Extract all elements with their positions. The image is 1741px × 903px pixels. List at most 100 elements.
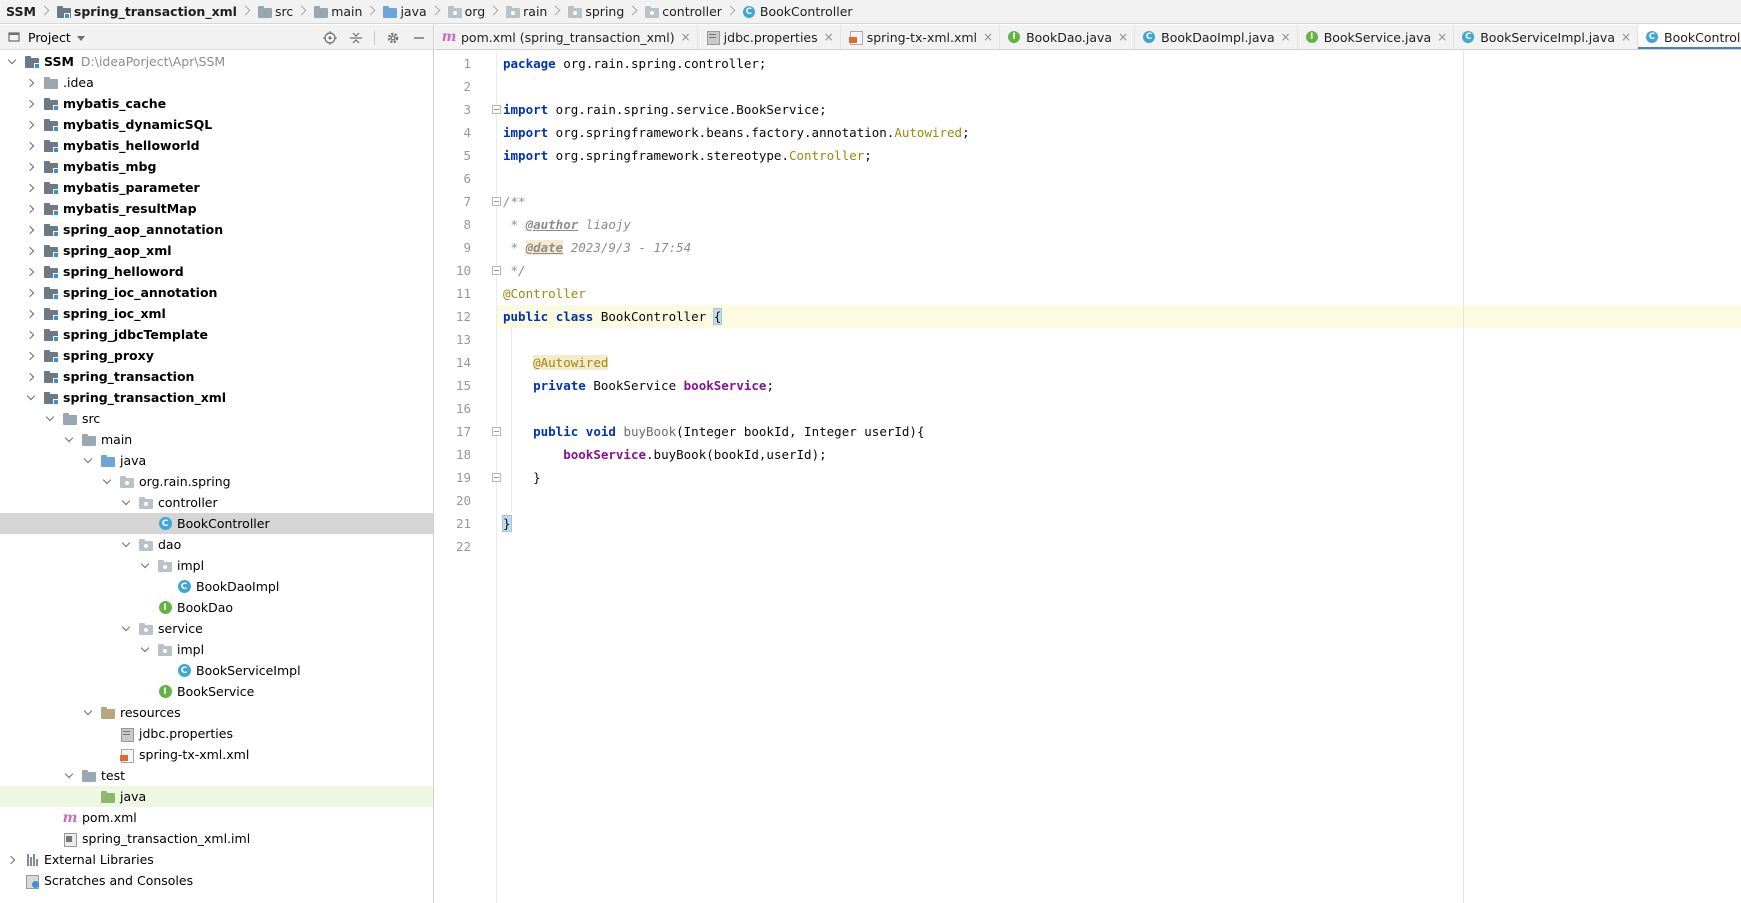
close-icon[interactable]: × — [1281, 30, 1291, 44]
chevron-right-icon[interactable] — [25, 308, 37, 320]
tree-item[interactable]: C BookController — [0, 513, 433, 534]
chevron-right-icon[interactable] — [25, 140, 37, 152]
tree-item[interactable]: test — [0, 765, 433, 786]
tree-item[interactable]: jdbc.properties — [0, 723, 433, 744]
fold-marker-icon[interactable] — [492, 197, 501, 206]
editor-tab[interactable]: C BookDaoImpl.java × — [1135, 25, 1298, 49]
tree-item[interactable]: controller — [0, 492, 433, 513]
editor-tab[interactable]: C BookServiceImpl.java × — [1454, 25, 1639, 49]
chevron-right-icon[interactable] — [25, 224, 37, 236]
tree-item[interactable]: spring_ioc_xml — [0, 303, 433, 324]
tree-item[interactable]: External Libraries — [0, 849, 433, 870]
breadcrumb-item[interactable]: spring_transaction_xml — [56, 0, 237, 23]
tree-item[interactable]: Scratches and Consoles — [0, 870, 433, 891]
tree-item[interactable]: java — [0, 786, 433, 807]
tree-item[interactable]: mybatis_cache — [0, 93, 433, 114]
chevron-right-icon[interactable] — [25, 98, 37, 110]
fold-marker-icon[interactable] — [492, 105, 501, 114]
tree-item[interactable]: java — [0, 450, 433, 471]
breadcrumb-item[interactable]: src — [257, 0, 293, 23]
chevron-right-icon[interactable] — [25, 161, 37, 173]
chevron-right-icon[interactable] — [25, 287, 37, 299]
tree-item[interactable]: org.rain.spring — [0, 471, 433, 492]
gear-icon[interactable] — [385, 30, 401, 46]
chevron-right-icon[interactable] — [25, 371, 37, 383]
tree-item[interactable]: spring_helloword — [0, 261, 433, 282]
breadcrumb-item[interactable]: main — [313, 0, 362, 23]
chevron-down-icon[interactable] — [82, 455, 94, 467]
editor-tab[interactable]: I BookDao.java × — [1000, 25, 1136, 49]
chevron-down-icon[interactable] — [82, 707, 94, 719]
editor-tab[interactable]: jdbc.properties × — [698, 25, 841, 49]
chevron-down-icon[interactable] — [25, 392, 37, 404]
breadcrumb-item[interactable]: java — [382, 0, 427, 23]
close-icon[interactable]: × — [824, 30, 834, 44]
tree-item[interactable]: m pom.xml — [0, 807, 433, 828]
chevron-down-icon[interactable] — [120, 623, 132, 635]
tree-item[interactable]: SSM D:\ideaPorject\Apr\SSM — [0, 51, 433, 72]
tree-item[interactable]: spring_transaction — [0, 366, 433, 387]
tree-item[interactable]: mybatis_resultMap — [0, 198, 433, 219]
close-icon[interactable]: × — [983, 30, 993, 44]
tree-item[interactable]: resources — [0, 702, 433, 723]
chevron-down-icon[interactable] — [139, 560, 151, 572]
close-icon[interactable]: × — [1621, 30, 1631, 44]
chevron-right-icon[interactable] — [25, 203, 37, 215]
project-panel-title[interactable]: Project — [28, 30, 71, 45]
tree-item[interactable]: service — [0, 618, 433, 639]
tree-item[interactable]: mybatis_parameter — [0, 177, 433, 198]
close-icon[interactable]: × — [1118, 30, 1128, 44]
tree-item[interactable]: mybatis_mbg — [0, 156, 433, 177]
editor-tab[interactable]: m pom.xml (spring_transaction_xml) × — [435, 25, 698, 49]
tree-item[interactable]: spring_aop_annotation — [0, 219, 433, 240]
tree-item[interactable]: spring_aop_xml — [0, 240, 433, 261]
chevron-right-icon[interactable] — [25, 350, 37, 362]
fold-marker-icon[interactable] — [492, 266, 501, 275]
chevron-right-icon[interactable] — [25, 266, 37, 278]
tree-item[interactable]: I BookDao — [0, 597, 433, 618]
editor-tab[interactable]: I BookService.java × — [1298, 25, 1455, 49]
chevron-down-icon[interactable] — [6, 56, 18, 68]
tree-item[interactable]: C BookDaoImpl — [0, 576, 433, 597]
tree-item[interactable]: spring_proxy — [0, 345, 433, 366]
tree-item[interactable]: spring_transaction_xml.iml — [0, 828, 433, 849]
code-area[interactable]: 1 2 3 4 5 6 7 8 9 10 11 12 13 14 15 16 17 18 19 20 21 22 pack… — [435, 51, 1741, 903]
tree-item[interactable]: .idea — [0, 72, 433, 93]
collapse-all-icon[interactable] — [348, 30, 364, 46]
tree-item[interactable]: mybatis_dynamicSQL — [0, 114, 433, 135]
tree-item[interactable]: C BookServiceImpl — [0, 660, 433, 681]
tree-item[interactable]: spring_transaction_xml — [0, 387, 433, 408]
tree-item[interactable]: I BookService — [0, 681, 433, 702]
breadcrumb-item[interactable]: C BookController — [742, 0, 853, 23]
chevron-down-icon[interactable] — [63, 770, 75, 782]
chevron-right-icon[interactable] — [25, 77, 37, 89]
chevron-down-icon[interactable] — [76, 35, 85, 41]
breadcrumb-item[interactable]: SSM — [6, 0, 36, 23]
tree-item[interactable]: mybatis_helloworld — [0, 135, 433, 156]
close-icon[interactable]: × — [681, 30, 691, 44]
tree-item[interactable]: main — [0, 429, 433, 450]
tree-item[interactable]: spring_ioc_annotation — [0, 282, 433, 303]
breadcrumb-item[interactable]: rain — [505, 0, 547, 23]
chevron-down-icon[interactable] — [44, 413, 56, 425]
chevron-right-icon[interactable] — [25, 329, 37, 341]
chevron-down-icon[interactable] — [101, 476, 113, 488]
chevron-down-icon[interactable] — [120, 539, 132, 551]
editor-tab[interactable]: spring-tx-xml.xml × — [841, 25, 1001, 49]
fold-marker-icon[interactable] — [492, 427, 501, 436]
tree-item[interactable]: src — [0, 408, 433, 429]
editor-tab[interactable]: CBookController.java× — [1638, 25, 1741, 49]
chevron-right-icon[interactable] — [6, 854, 18, 866]
breadcrumb-item[interactable]: org — [447, 0, 485, 23]
chevron-right-icon[interactable] — [25, 245, 37, 257]
close-icon[interactable]: × — [1437, 30, 1447, 44]
chevron-right-icon[interactable] — [25, 182, 37, 194]
tree-item[interactable]: impl — [0, 639, 433, 660]
fold-marker-icon[interactable] — [492, 473, 501, 482]
tree-item[interactable]: spring_jdbcTemplate — [0, 324, 433, 345]
chevron-down-icon[interactable] — [139, 644, 151, 656]
chevron-right-icon[interactable] — [25, 119, 37, 131]
locate-icon[interactable] — [322, 30, 338, 46]
tree-item[interactable]: impl — [0, 555, 433, 576]
breadcrumb-item[interactable]: spring — [567, 0, 624, 23]
